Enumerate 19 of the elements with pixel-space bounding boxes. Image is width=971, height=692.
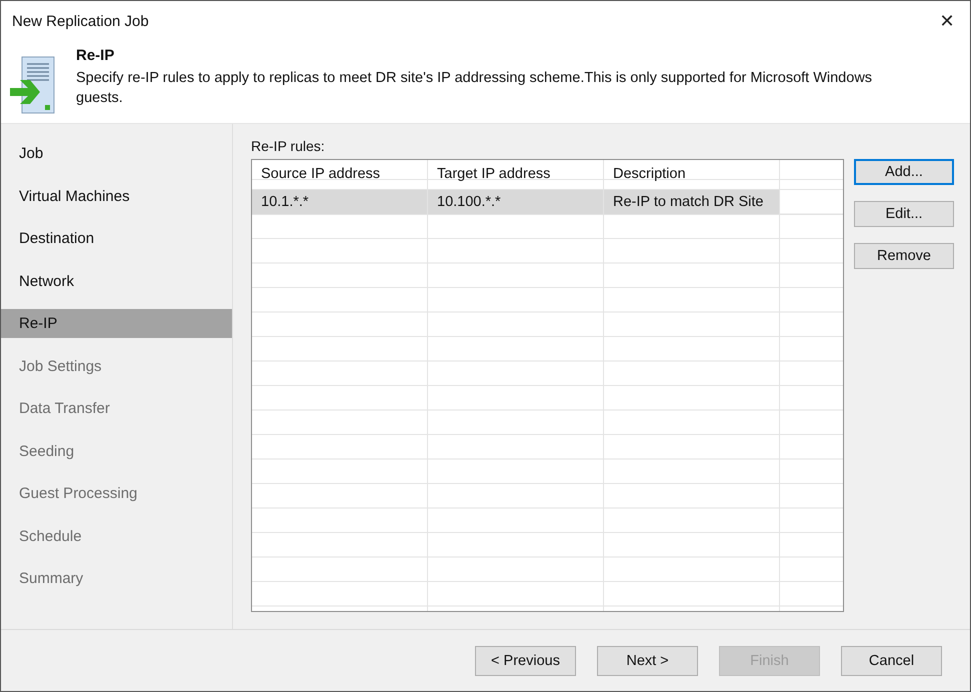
window-title: New Replication Job <box>12 12 149 30</box>
close-button[interactable]: ✕ <box>924 1 970 41</box>
sidebar-item[interactable]: Re-IP <box>1 309 232 338</box>
table-cell: Re-IP to match DR Site <box>604 190 780 214</box>
footer-button[interactable]: Cancel <box>841 646 942 676</box>
side-button[interactable]: Add... <box>854 159 954 185</box>
table-cell: 10.100.*.* <box>428 190 604 214</box>
sidebar-item[interactable]: Virtual Machines <box>1 182 232 210</box>
rules-label: Re-IP rules: <box>251 138 326 154</box>
footer-button[interactable]: < Previous <box>475 646 576 676</box>
sidebar-item[interactable]: Destination <box>1 224 232 253</box>
page-title: Re-IP <box>76 47 116 64</box>
sidebar-item[interactable]: Network <box>1 266 232 296</box>
table-cell: 10.1.*.* <box>252 190 428 214</box>
side-button[interactable]: Edit... <box>854 201 954 227</box>
sidebar-item[interactable]: Job <box>1 139 232 168</box>
page-description: Specify re-IP rules to apply to replicas to meet DR site's IP addressing scheme.This is only supported for Microsoft Windows guests. <box>76 69 874 108</box>
side-button[interactable]: Remove <box>854 243 954 269</box>
footer-button[interactable]: Next > <box>597 646 698 676</box>
